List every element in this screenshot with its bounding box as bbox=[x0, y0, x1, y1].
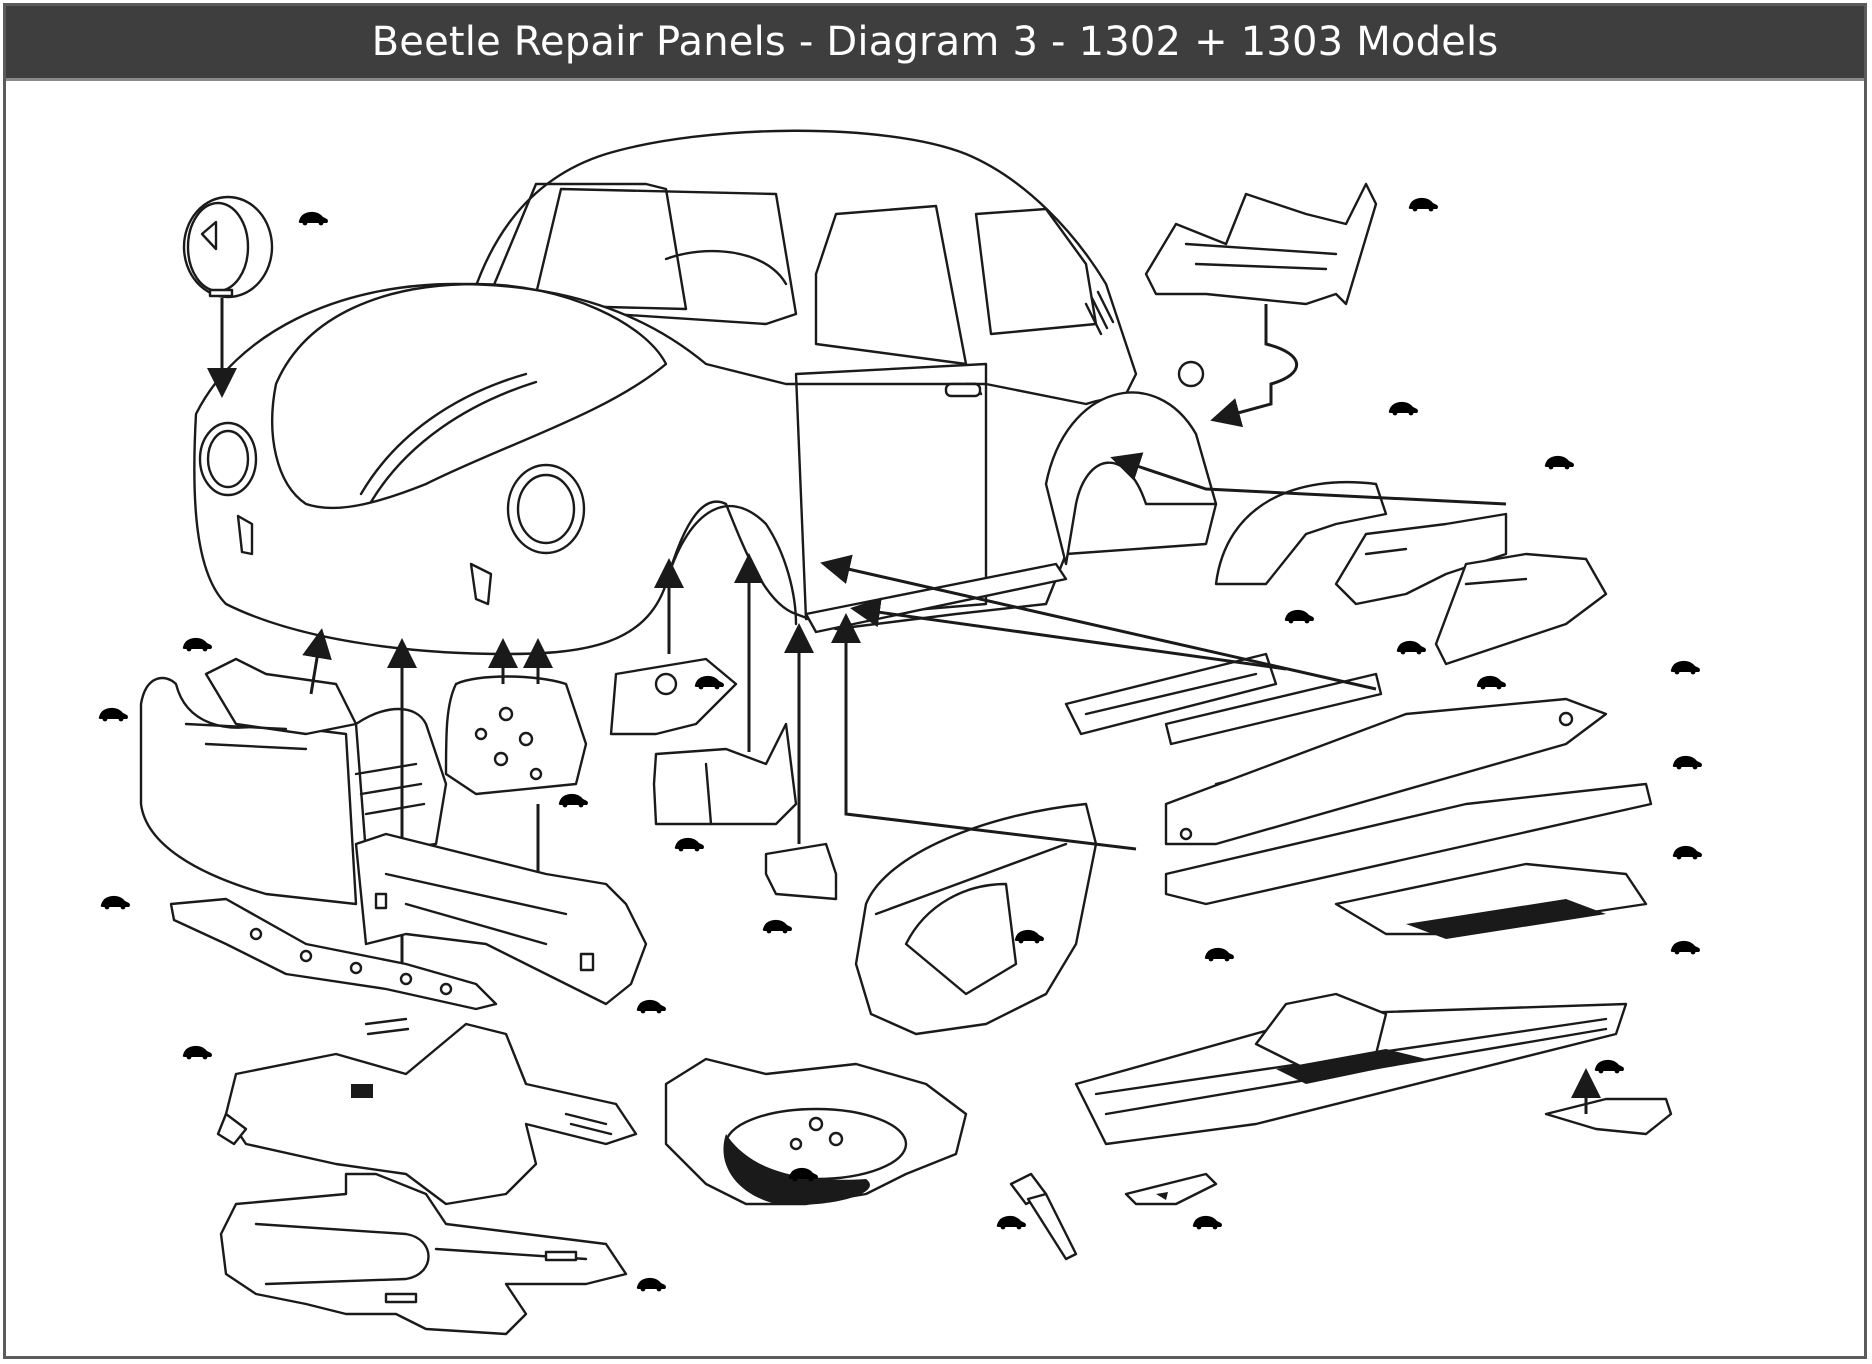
inner-wheel-arch-left bbox=[444, 675, 588, 796]
beetle-car-icon[interactable] bbox=[674, 837, 704, 852]
beetle-car-icon[interactable] bbox=[1408, 197, 1438, 212]
beetle-car-icon[interactable] bbox=[636, 999, 666, 1014]
beetle-car-icon[interactable] bbox=[558, 793, 588, 808]
rear-wheel-housing-set bbox=[1214, 480, 1608, 666]
diagram-frame: Beetle Repair Panels - Diagram 3 - 1302 … bbox=[3, 3, 1867, 1359]
beetle-car-icon[interactable] bbox=[1396, 640, 1426, 655]
bumper-bolt-part bbox=[1009, 1172, 1078, 1261]
seat-runner-bracket bbox=[1544, 1097, 1673, 1136]
rear-floor-pan bbox=[1074, 862, 1648, 1146]
beetle-car-icon[interactable] bbox=[1192, 1215, 1222, 1230]
beetle-car-icon[interactable] bbox=[1670, 660, 1700, 675]
arrow-rear-quarter bbox=[831, 613, 1137, 851]
beetle-car-icon[interactable] bbox=[298, 211, 328, 226]
page-title: Beetle Repair Panels - Diagram 3 - 1302 … bbox=[371, 19, 1499, 65]
beetle-car-icon[interactable] bbox=[1594, 1059, 1624, 1074]
sill-panel-pair bbox=[1064, 652, 1383, 746]
title-bar: Beetle Repair Panels - Diagram 3 - 1302 … bbox=[6, 6, 1864, 81]
exploded-parts-diagram bbox=[98, 129, 1702, 1336]
front-heater-channel-bracket bbox=[609, 657, 738, 736]
beetle-car-icon[interactable] bbox=[182, 637, 212, 652]
floor-frame-plate bbox=[219, 1172, 628, 1336]
small-bracket-part bbox=[1124, 1172, 1218, 1206]
jack-point-bracket bbox=[764, 842, 838, 901]
headlight-bucket-part bbox=[182, 195, 274, 299]
beetle-car-icon[interactable] bbox=[1204, 947, 1234, 962]
beetle-car-icon[interactable] bbox=[182, 1045, 212, 1060]
frame-head-assembly bbox=[216, 1017, 638, 1206]
beetle-car-icon[interactable] bbox=[1544, 455, 1574, 470]
beetle-car-icon[interactable] bbox=[100, 895, 130, 910]
beetle-car-icon[interactable] bbox=[1670, 940, 1700, 955]
car-body-shell bbox=[193, 129, 1218, 656]
beetle-car-icon[interactable] bbox=[98, 707, 128, 722]
spare-wheel-well bbox=[664, 1057, 968, 1206]
beetle-car-icon[interactable] bbox=[1476, 675, 1506, 690]
beetle-car-icon[interactable] bbox=[762, 919, 792, 934]
rear-apron-panel bbox=[1144, 182, 1378, 306]
arrow-sill-b bbox=[850, 597, 1287, 671]
beetle-car-icon[interactable] bbox=[1388, 401, 1418, 416]
beetle-car-icon[interactable] bbox=[1672, 845, 1702, 860]
arrow-sill-a bbox=[820, 554, 1377, 691]
arrow-rear-apron bbox=[1210, 304, 1299, 428]
beetle-car-icon[interactable] bbox=[1284, 609, 1314, 624]
beetle-car-icon[interactable] bbox=[996, 1215, 1026, 1230]
a-pillar-panel bbox=[652, 722, 798, 826]
beetle-car-icon[interactable] bbox=[1672, 755, 1702, 770]
beetle-car-icon[interactable] bbox=[636, 1277, 666, 1292]
